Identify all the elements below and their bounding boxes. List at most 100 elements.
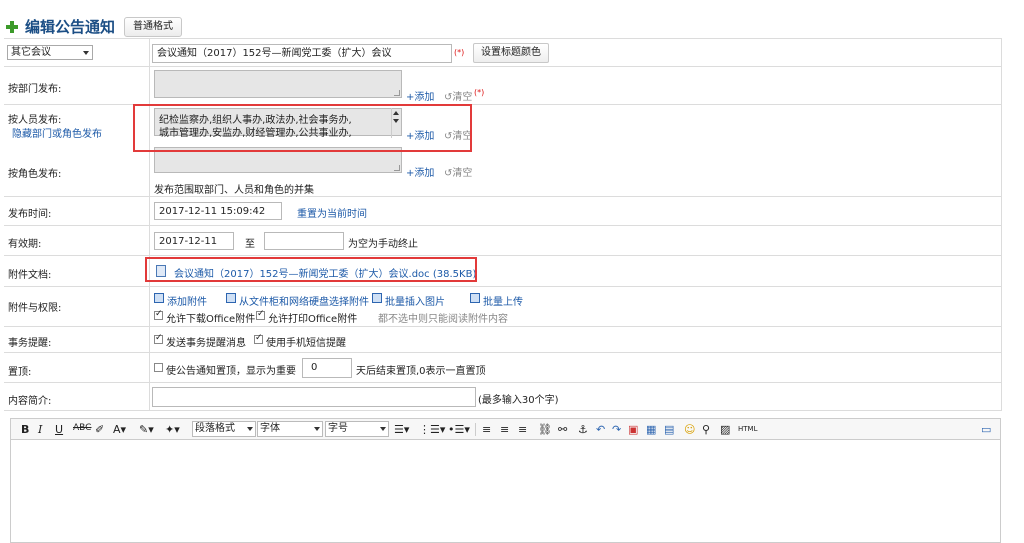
- line-height-icon[interactable]: ☰▾: [394, 423, 409, 436]
- category-select[interactable]: 其它会议: [7, 45, 93, 60]
- paragraph-select[interactable]: 段落格式: [192, 421, 256, 437]
- highlight-person-box: [133, 104, 472, 152]
- dept-label: 按部门发布:: [8, 84, 62, 95]
- reminder-row: 事务提醒: 发送事务提醒消息 使用手机短信提醒: [4, 327, 1002, 353]
- valid-label: 有效期:: [8, 239, 42, 250]
- summary-row: 内容简介: (最多输入30个字): [4, 383, 1002, 411]
- dept-required-mark: (*): [474, 88, 485, 97]
- send-reminder-checkbox[interactable]: [154, 333, 163, 344]
- attach-label: 附件文档:: [8, 270, 52, 281]
- pin-days-input[interactable]: 0: [302, 358, 352, 378]
- emoticon-icon[interactable]: ☺: [684, 423, 695, 436]
- category-value: 其它会议: [11, 47, 51, 58]
- valid-start-input[interactable]: 2017-12-11: [154, 232, 234, 250]
- publish-row: 发布时间: 2017-12-11 15:09:42 重置为当前时间: [4, 197, 1002, 226]
- link-icon[interactable]: ⛓: [538, 423, 552, 436]
- dept-clear-link[interactable]: ↺清空: [444, 88, 472, 103]
- valid-note: 为空为手动终止: [348, 239, 418, 250]
- pin-days-note: 天后结束置顶,0表示一直置顶: [356, 366, 486, 377]
- allow-download-label: 允许下载Office附件: [166, 314, 256, 325]
- page-title: 编辑公告通知: [25, 18, 116, 36]
- title-color-button[interactable]: 设置标题颜色: [473, 43, 549, 63]
- redo-icon[interactable]: ↷: [612, 423, 621, 436]
- format-painter-icon[interactable]: ✦▾: [165, 423, 180, 436]
- chevron-down-icon: [247, 427, 253, 431]
- html-icon[interactable]: HTML: [738, 425, 757, 433]
- resize-grip-icon: [394, 165, 400, 171]
- flash-icon[interactable]: ▤: [664, 423, 674, 436]
- eraser-icon[interactable]: ✐: [95, 423, 104, 436]
- image-insert-icon[interactable]: ▣: [628, 423, 638, 436]
- size-select[interactable]: 字号: [325, 421, 389, 437]
- valid-end-input[interactable]: [264, 232, 344, 250]
- notice-form: 其它会议 会议通知（2017）152号—新闻党工委（扩大）会议 (*) 设置标题…: [4, 38, 1002, 411]
- dept-textarea[interactable]: [154, 70, 402, 98]
- person-label: 按人员发布:: [8, 115, 62, 126]
- source-icon[interactable]: ▨: [720, 423, 730, 436]
- allow-download-checkbox[interactable]: [154, 309, 163, 320]
- top-row: 置顶: 使公告通知置顶，显示为重要 0 天后结束置顶,0表示一直置顶: [4, 353, 1002, 383]
- align-center-icon[interactable]: ≡: [500, 423, 509, 436]
- dept-add-link[interactable]: +添加: [406, 88, 434, 103]
- insert-images-link[interactable]: 批量插入图片: [385, 293, 445, 308]
- pin-top-checkbox[interactable]: [154, 363, 163, 372]
- perm-label: 附件与权限:: [8, 303, 62, 314]
- undo-icon[interactable]: ↶: [596, 423, 605, 436]
- summary-label: 内容简介:: [8, 396, 52, 407]
- allow-print-checkbox[interactable]: [256, 309, 265, 320]
- required-mark: (*): [454, 48, 465, 57]
- reset-time-link[interactable]: 重置为当前时间: [297, 205, 367, 220]
- font-select[interactable]: 字体: [257, 421, 323, 437]
- align-left-icon[interactable]: ≡: [482, 423, 491, 436]
- role-label: 按角色发布:: [8, 169, 62, 180]
- role-note: 发布范围取部门、人员和角色的并集: [154, 185, 314, 196]
- send-reminder-label: 发送事务提醒消息: [166, 338, 246, 349]
- font-color-icon[interactable]: A▾: [113, 423, 126, 436]
- ordered-list-icon[interactable]: ⋮☰▾: [419, 423, 445, 436]
- search-icon[interactable]: ⚲: [702, 423, 710, 436]
- publish-label: 发布时间:: [8, 209, 52, 220]
- upload-icon: [470, 293, 480, 303]
- bold-icon[interactable]: B: [21, 423, 29, 436]
- underline-icon[interactable]: U: [55, 423, 63, 436]
- publish-time-input[interactable]: 2017-12-11 15:09:42: [154, 202, 282, 220]
- resize-grip-icon: [394, 90, 400, 96]
- italic-icon[interactable]: I: [38, 423, 42, 436]
- perm-note: 都不选中则只能阅读附件内容: [378, 314, 508, 325]
- batch-upload-link[interactable]: 批量上传: [483, 293, 523, 308]
- fullscreen-icon[interactable]: ▭: [981, 423, 991, 436]
- pin-top-label: 使公告通知置顶，显示为重要: [166, 366, 296, 377]
- summary-input[interactable]: [152, 387, 476, 407]
- table-icon[interactable]: ▦: [646, 423, 656, 436]
- anchor-icon[interactable]: ⚓: [578, 423, 588, 436]
- format-button[interactable]: 普通格式: [124, 17, 182, 37]
- top-label: 置顶:: [8, 367, 32, 378]
- unlink-icon[interactable]: ⚯: [558, 423, 567, 436]
- sms-reminder-checkbox[interactable]: [254, 333, 263, 344]
- from-disk-link[interactable]: 从文件柜和网络硬盘选择附件: [239, 293, 369, 308]
- reminder-label: 事务提醒:: [8, 338, 52, 349]
- role-clear-link[interactable]: ↺清空: [444, 164, 472, 179]
- editor-body[interactable]: [10, 440, 1001, 543]
- folder-icon: [226, 293, 236, 303]
- dept-row: 按部门发布: +添加 ↺清空 (*): [4, 67, 1002, 105]
- role-add-link[interactable]: +添加: [406, 164, 434, 179]
- valid-row: 有效期: 2017-12-11 至 为空为手动终止: [4, 226, 1002, 256]
- unordered-list-icon[interactable]: •☰▾: [448, 423, 470, 436]
- editor-toolbar: B I U ABC ✐ A▾ ✎▾ ✦▾ 段落格式 字体 字号 ☰▾ ⋮☰▾ •…: [10, 418, 1001, 440]
- title-row: 其它会议 会议通知（2017）152号—新闻党工委（扩大）会议 (*) 设置标题…: [4, 39, 1002, 67]
- title-input[interactable]: 会议通知（2017）152号—新闻党工委（扩大）会议: [152, 44, 452, 63]
- valid-to-text: 至: [245, 239, 255, 250]
- attach-icon: [154, 293, 164, 303]
- allow-print-label: 允许打印Office附件: [268, 314, 358, 325]
- strikethrough-icon[interactable]: ABC: [73, 423, 91, 433]
- hide-dept-role-link[interactable]: 隐藏部门或角色发布: [12, 125, 102, 140]
- chevron-down-icon: [314, 427, 320, 431]
- add-attachment-link[interactable]: 添加附件: [167, 293, 207, 308]
- align-right-icon[interactable]: ≡: [518, 423, 527, 436]
- perm-row: 附件与权限: 添加附件 从文件柜和网络硬盘选择附件 批量插入图片 批量上传 允许…: [4, 287, 1002, 327]
- summary-note: (最多输入30个字): [478, 395, 559, 406]
- plus-icon: [6, 21, 18, 33]
- header: 编辑公告通知 普通格式: [0, 0, 1024, 38]
- highlight-color-icon[interactable]: ✎▾: [139, 423, 154, 436]
